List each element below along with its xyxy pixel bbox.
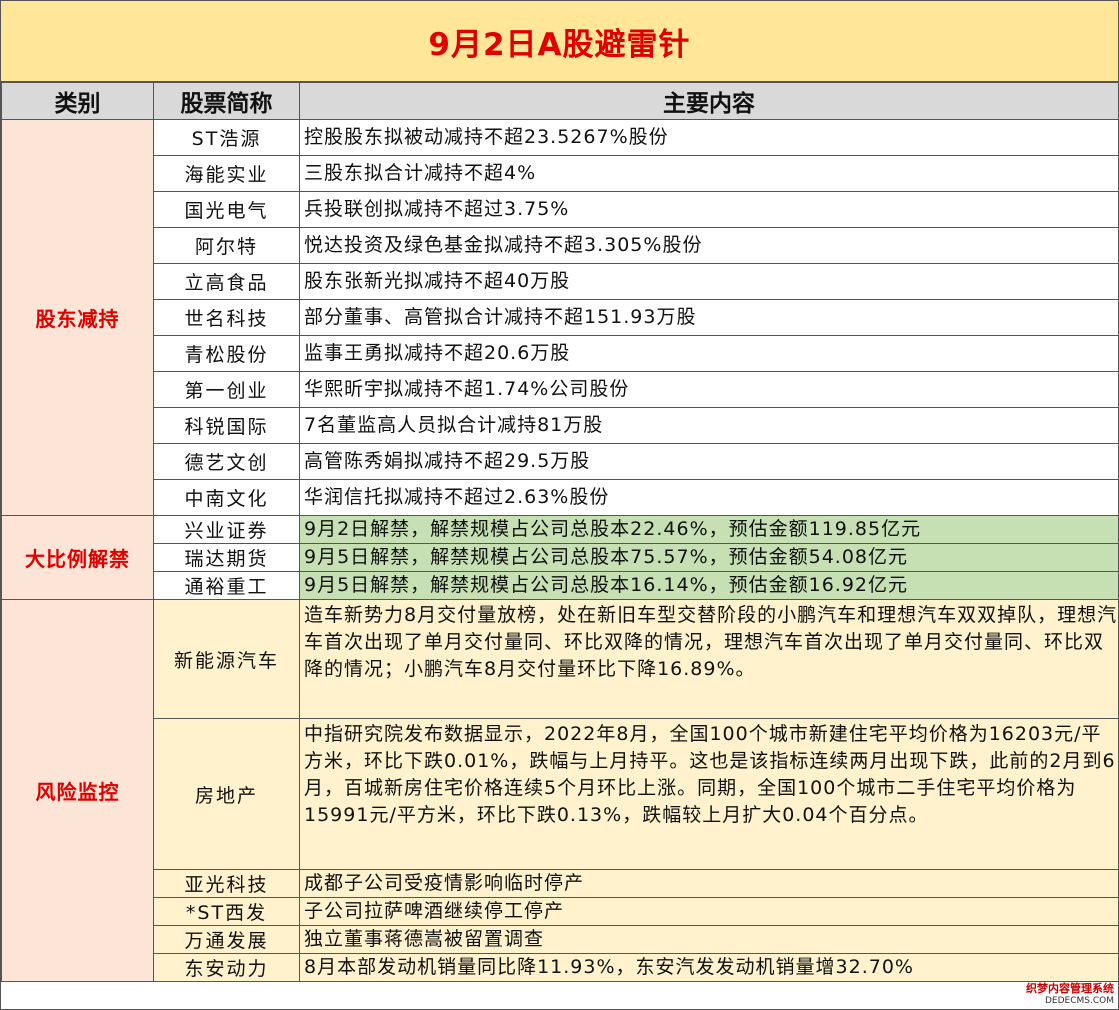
table-row: 大比例解禁 兴业证券 9月2日解禁，解禁规模占公司总股本22.46%，预估金额1…	[1, 515, 1119, 600]
stock-name: 瑞达期货	[153, 543, 300, 572]
stock-content: 高管陈秀娟拟减持不超29.5万股	[299, 443, 1119, 480]
stock-content: 悦达投资及绿色基金拟减持不超3.305%股份	[299, 227, 1119, 264]
sheet-title: 9月2日A股避雷针	[1, 1, 1118, 82]
stock-content: 华润信托拟减持不超过2.63%股份	[299, 479, 1119, 516]
stock-content: 监事王勇拟减持不超20.6万股	[299, 335, 1119, 372]
stock-name: 青松股份	[153, 335, 300, 372]
table-row: *ST西发 子公司拉萨啤酒继续停工停产	[2, 897, 1119, 926]
stock-content: 华熙昕宇拟减持不超1.74%公司股份	[299, 371, 1119, 408]
stock-name: 兴业证券	[153, 515, 300, 544]
stock-name: 立高食品	[153, 263, 300, 300]
stock-content: 中指研究院发布数据显示，2022年8月，全国100个城市新建住宅平均价格为162…	[299, 718, 1119, 870]
stock-name: 世名科技	[153, 299, 300, 336]
table-row: 国光电气 兵投联创拟减持不超过3.75%	[2, 191, 1119, 228]
header-row: 类别 股票简称 主要内容	[1, 82, 1119, 120]
category-cell: 大比例解禁	[1, 515, 154, 600]
stock-name: 万通发展	[153, 925, 300, 954]
stock-name: 海能实业	[153, 155, 300, 192]
stock-name: 通裕重工	[153, 571, 300, 600]
stock-name: 东安动力	[153, 953, 300, 982]
watermark-line1: 织梦内容管理系统	[1026, 982, 1114, 995]
stock-name: 中南文化	[153, 479, 300, 516]
table-row: 万通发展 独立董事蒋德嵩被留置调查	[2, 925, 1119, 954]
corner-watermark: 织梦内容管理系统 DEDECMS.COM	[1026, 983, 1114, 1007]
stock-content: 7名董监高人员拟合计减持81万股	[299, 407, 1119, 444]
category-cell: 风险监控	[1, 599, 154, 982]
table-row: 股东减持 ST浩源 控股股东拟被动减持不超23.5267%股份	[1, 119, 1119, 516]
stock-name: 房地产	[153, 718, 300, 870]
stock-content: 控股股东拟被动减持不超23.5267%股份	[299, 119, 1119, 156]
table-row: 立高食品 股东张新光拟减持不超40万股	[2, 263, 1119, 300]
stock-content: 兵投联创拟减持不超过3.75%	[299, 191, 1119, 228]
header-category: 类别	[1, 82, 154, 120]
table-row: 第一创业 华熙昕宇拟减持不超1.74%公司股份	[2, 371, 1119, 408]
stock-name: ST浩源	[153, 119, 300, 156]
table-row: 海能实业 三股东拟合计减持不超4%	[2, 155, 1119, 192]
table-row: 中南文化 华润信托拟减持不超过2.63%股份	[2, 479, 1119, 516]
stock-content: 独立董事蒋德嵩被留置调查	[299, 925, 1119, 954]
stock-name: 亚光科技	[153, 869, 300, 898]
table-row: 德艺文创 高管陈秀娟拟减持不超29.5万股	[2, 443, 1119, 480]
watermark-line2: DEDECMS.COM	[1045, 996, 1114, 1006]
stock-name: 德艺文创	[153, 443, 300, 480]
stock-name: 新能源汽车	[153, 599, 300, 719]
table-row: 瑞达期货 9月5日解禁，解禁规模占公司总股本75.57%，预估金额54.08亿元	[2, 543, 1119, 572]
table-row: 青松股份 监事王勇拟减持不超20.6万股	[2, 335, 1119, 372]
table-row: 阿尔特 悦达投资及绿色基金拟减持不超3.305%股份	[2, 227, 1119, 264]
warning-table: 类别 股票简称 主要内容 股东减持 ST浩源 控股股东拟被动减持不超23.526…	[1, 82, 1119, 982]
stock-content: 造车新势力8月交付量放榜，处在新旧车型交替阶段的小鹏汽车和理想汽车双双掉队，理想…	[299, 599, 1119, 719]
stock-content: 股东张新光拟减持不超40万股	[299, 263, 1119, 300]
table-row: 风险监控 新能源汽车 造车新势力8月交付量放榜，处在新旧车型交替阶段的小鹏汽车和…	[1, 599, 1119, 982]
stock-content: 三股东拟合计减持不超4%	[299, 155, 1119, 192]
table-row: 东安动力 8月本部发动机销量同比降11.93%，东安汽发发动机销量增32.70%	[2, 953, 1119, 982]
stock-name: 阿尔特	[153, 227, 300, 264]
stock-name: 科锐国际	[153, 407, 300, 444]
table-row: 科锐国际 7名董监高人员拟合计减持81万股	[2, 407, 1119, 444]
stock-name: 国光电气	[153, 191, 300, 228]
stock-content: 9月5日解禁，解禁规模占公司总股本75.57%，预估金额54.08亿元	[299, 543, 1119, 572]
stock-content: 9月2日解禁，解禁规模占公司总股本22.46%，预估金额119.85亿元	[299, 515, 1119, 544]
table-row: 通裕重工 9月5日解禁，解禁规模占公司总股本16.14%，预估金额16.92亿元	[2, 571, 1119, 600]
stock-name: *ST西发	[153, 897, 300, 926]
stock-name: 第一创业	[153, 371, 300, 408]
header-content: 主要内容	[299, 82, 1119, 120]
stock-content: 9月5日解禁，解禁规模占公司总股本16.14%，预估金额16.92亿元	[299, 571, 1119, 600]
category-cell: 股东减持	[1, 119, 154, 516]
stock-content: 8月本部发动机销量同比降11.93%，东安汽发发动机销量增32.70%	[299, 953, 1119, 982]
stock-content: 成都子公司受疫情影响临时停产	[299, 869, 1119, 898]
table-row: 世名科技 部分董事、高管拟合计减持不超151.93万股	[2, 299, 1119, 336]
header-stock: 股票简称	[153, 82, 300, 120]
table-row: 亚光科技 成都子公司受疫情影响临时停产	[2, 869, 1119, 898]
table-row: 房地产 中指研究院发布数据显示，2022年8月，全国100个城市新建住宅平均价格…	[2, 718, 1119, 870]
stock-warning-sheet: 9月2日A股避雷针 类别 股票简称 主要内容 股东减持 ST浩源 控股股东拟被动…	[0, 0, 1119, 1010]
stock-content: 子公司拉萨啤酒继续停工停产	[299, 897, 1119, 926]
stock-content: 部分董事、高管拟合计减持不超151.93万股	[299, 299, 1119, 336]
